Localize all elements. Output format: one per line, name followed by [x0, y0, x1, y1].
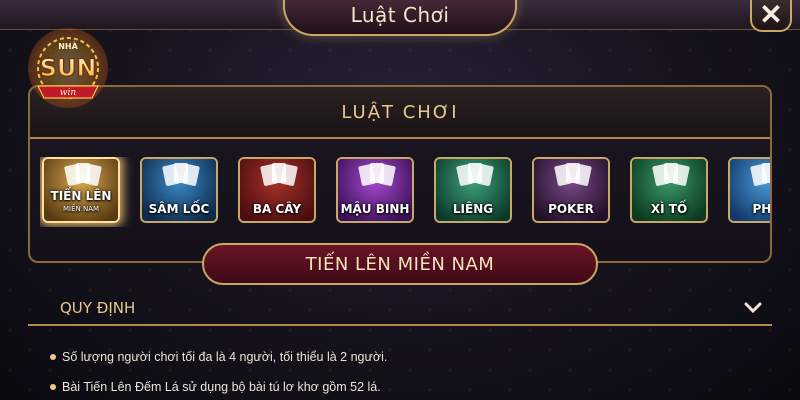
panel-header-title: LUẬT CHƠI [341, 101, 459, 123]
rules-section-title: QUY ĐỊNH [60, 299, 136, 317]
rule-item: Số lượng người chơi tối đa là 4 người, t… [40, 342, 760, 372]
panel-header: LUẬT CHƠI [30, 87, 770, 139]
close-button[interactable]: ✕ [750, 0, 792, 32]
game-rules-screen: Luật Chơi ✕ NHÀ SUN win LUẬT CHƠI TIẾN L… [0, 0, 800, 400]
logo-bottom-text: win [60, 88, 77, 98]
game-tile[interactable]: BA CÂY [238, 157, 316, 223]
game-tile[interactable]: TIẾN LÊN MIỀN NAM [42, 157, 120, 223]
rules-list: Số lượng người chơi tối đa là 4 người, t… [40, 342, 760, 400]
rule-text: Số lượng người chơi tối đa là 4 người, t… [62, 350, 388, 364]
title-bar: Luật Chơi ✕ [0, 0, 800, 36]
game-tile-label: XÌ TỐ [650, 202, 688, 216]
game-tile-label: TIẾN LÊN MIỀN NAM [50, 189, 112, 213]
game-tile-label: PHỎ [752, 202, 770, 216]
game-tile-label: POKER [548, 202, 594, 216]
game-tile-label: LIÊNG [452, 202, 494, 216]
rules-panel: LUẬT CHƠI TIẾN LÊN MIỀN NAM SÂM LỐC BA CÂY M… [28, 85, 772, 263]
sunwin-logo: NHÀ SUN win [28, 28, 108, 108]
game-tile[interactable]: POKER [532, 157, 610, 223]
game-tile[interactable]: XÌ TỐ [630, 157, 708, 223]
bullet-icon [50, 384, 56, 390]
game-tile[interactable]: SÂM LỐC [140, 157, 218, 223]
title-tab: Luật Chơi [283, 0, 517, 36]
logo-brand-text: SUN [40, 54, 97, 82]
selected-game-banner: TIẾN LÊN MIỀN NAM [202, 243, 598, 285]
chevron-down-icon [744, 302, 762, 314]
bullet-icon [50, 354, 56, 360]
rules-section-toggle[interactable]: QUY ĐỊNH [28, 292, 772, 326]
logo-top-text: NHÀ [58, 40, 78, 51]
game-tile-label: MẬU BINH [340, 202, 410, 216]
rule-text: Bài Tiến Lên Đếm Lá sử dụng bộ bài tú lơ… [62, 380, 381, 394]
game-tile-label: SÂM LỐC [148, 202, 210, 216]
game-tile-sublabel: MIỀN NAM [62, 205, 100, 213]
window-title: Luật Chơi [350, 3, 450, 27]
game-tile-label: BA CÂY [252, 202, 302, 216]
game-tile[interactable]: PHỎ [728, 157, 770, 223]
selected-game-name: TIẾN LÊN MIỀN NAM [305, 253, 495, 275]
rule-item: Bài Tiến Lên Đếm Lá sử dụng bộ bài tú lơ… [40, 372, 760, 400]
game-tile[interactable]: MẬU BINH [336, 157, 414, 223]
game-tile[interactable]: LIÊNG [434, 157, 512, 223]
game-tile-strip[interactable]: TIẾN LÊN MIỀN NAM SÂM LỐC BA CÂY MẬU BINH LIÊ… [40, 157, 770, 227]
